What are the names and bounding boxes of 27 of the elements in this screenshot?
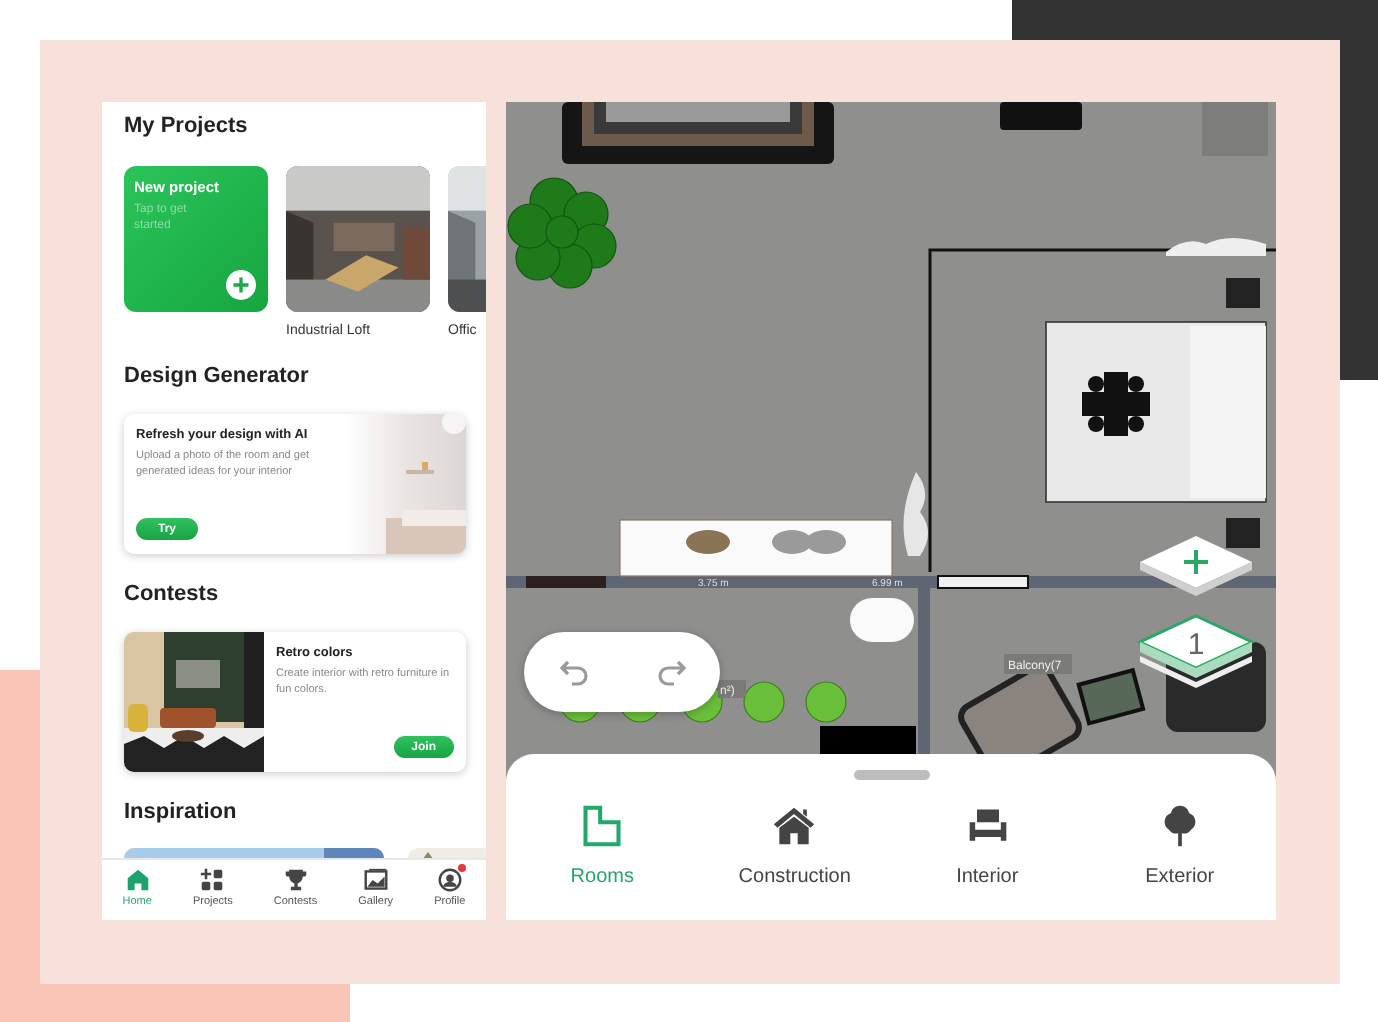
move-handle-icon[interactable]: [1082, 372, 1150, 436]
section-title: Design Generator: [124, 364, 311, 388]
plus-icon: [226, 270, 256, 300]
section-title: My Projects: [124, 114, 250, 138]
bed[interactable]: [1045, 321, 1267, 503]
sheet-handle[interactable]: [853, 770, 929, 780]
house-icon: [770, 804, 819, 848]
add-level-button[interactable]: [1136, 532, 1256, 600]
window[interactable]: [937, 575, 1029, 589]
section-title: Inspiration: [124, 800, 239, 824]
profile-icon: [437, 868, 462, 892]
section-title: Contests: [124, 582, 221, 606]
room-shape-icon: [580, 804, 625, 848]
gallery-icon: [363, 868, 388, 892]
undo-icon: [557, 656, 589, 688]
redo-icon: [655, 656, 687, 688]
rug[interactable]: [562, 102, 834, 164]
throw-blanket[interactable]: [1166, 238, 1266, 256]
tool-tab[interactable]: Construction: [704, 804, 885, 888]
curtain[interactable]: [903, 472, 928, 556]
home-icon: [125, 868, 150, 892]
plus-icon: [1136, 532, 1256, 600]
tool-tab[interactable]: Interior: [897, 804, 1078, 888]
trophy-icon: [283, 868, 308, 892]
grid-plus-icon: [200, 868, 225, 892]
tool-tab[interactable]: Exterior: [1089, 804, 1270, 888]
potted-plant[interactable]: [507, 177, 617, 289]
